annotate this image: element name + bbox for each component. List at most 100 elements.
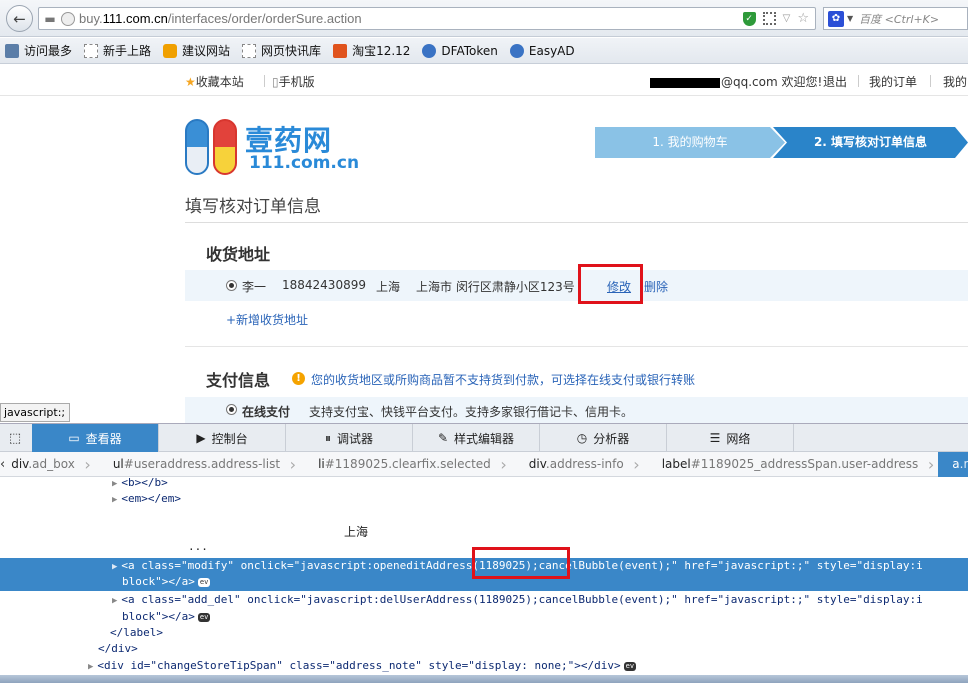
tab-debugger[interactable]: ⏸ 调试器 — [286, 424, 413, 452]
crumb-tag: a — [952, 456, 960, 471]
markup-text: block"></a> — [122, 575, 195, 588]
qr-code-icon[interactable] — [762, 12, 776, 25]
browser-navbar: ← ▬ buy.111.com.cn/interfaces/order/orde… — [0, 0, 968, 37]
crumb-rest: #1189025_addressSpan.user-address — [690, 456, 919, 471]
breadcrumb-item[interactable]: div.ad_box — [5, 452, 90, 477]
markup-text: <div id="changeStoreTipSpan" class="addr… — [97, 659, 621, 672]
markup-line[interactable]: </label> — [110, 625, 163, 641]
tab-style-editor[interactable]: ✎ 样式编辑器 — [413, 424, 540, 452]
mobile-link[interactable]: ▯手机版 — [272, 73, 315, 90]
online-pay-desc: 支持支付宝、快钱平台支付。支持多家银行借记卡、信用卡。 — [309, 405, 634, 419]
search-box[interactable]: ✿ ▼ 百度 <Ctrl+K> — [823, 7, 968, 30]
tab-label: 分析器 — [593, 431, 630, 446]
inspector-icon: ▭ — [68, 431, 80, 445]
divider — [185, 222, 968, 223]
expand-icon[interactable]: ▶ — [112, 479, 117, 489]
breadcrumb-item[interactable]: div.address-info — [523, 452, 640, 477]
bookmark-easyad[interactable]: EasyAD — [509, 43, 575, 58]
tab-label: 控制台 — [211, 431, 248, 446]
user-welcome: @qq.com 欢迎您! — [650, 73, 822, 90]
my-account-link[interactable]: 我的 — [943, 73, 967, 90]
payment-radio[interactable] — [226, 404, 237, 415]
markup-text: block"></a> — [122, 610, 195, 623]
crumb-rest: .address-info — [545, 456, 624, 471]
markup-text: </label> — [110, 626, 163, 639]
step-confirm: 2. 填写核对订单信息 — [773, 127, 968, 158]
text-node-ellipsis[interactable]: ... — [188, 539, 208, 555]
event-badge[interactable]: ev — [623, 661, 637, 671]
breadcrumb-item-selected[interactable]: a.mod — [938, 451, 968, 477]
baidu-icon: ✿ — [828, 10, 844, 27]
site-logo[interactable]: 壹药网 111.com.cn — [185, 117, 365, 177]
markup-line[interactable]: ▶ <a class="add_del" onclick="javascript:… — [112, 592, 923, 608]
markup-text: <em></em> — [121, 492, 182, 505]
bookmark-label: 建议网站 — [182, 44, 231, 58]
address-name: 李一 — [242, 280, 267, 294]
search-placeholder: 百度 <Ctrl+K> — [859, 12, 940, 26]
tab-label: 网络 — [726, 431, 751, 446]
tab-label: 查看器 — [85, 431, 122, 446]
logout-link[interactable]: 退出 — [823, 73, 847, 90]
dropdown-icon[interactable]: ▽ — [783, 13, 791, 24]
tab-profiler[interactable]: ◷ 分析器 — [540, 424, 667, 452]
markup-line[interactable]: </div> — [98, 641, 138, 657]
markup-line[interactable]: ▶ <em></em> — [112, 491, 181, 507]
redacted-username — [650, 77, 720, 88]
address-item[interactable]: 李一 18842430899 上海 上海市 闵行区肃静小区123号 修改 删除 — [185, 270, 968, 301]
welcome-text: @qq.com 欢迎您! — [721, 75, 823, 89]
bookmark-label: 新手上路 — [103, 44, 152, 58]
expand-icon[interactable]: ▶ — [112, 596, 117, 606]
step-cart: 1. 我的购物车 — [595, 127, 785, 158]
breadcrumb-item[interactable]: li#1189025.clearfix.selected — [312, 452, 506, 477]
tab-console[interactable]: ▶ 控制台 — [159, 424, 286, 452]
back-button[interactable]: ← — [6, 5, 33, 32]
expand-icon[interactable]: ▶ — [88, 662, 93, 672]
breadcrumb-item[interactable]: label#1189025_addressSpan.user-address — [656, 452, 934, 477]
favorite-link[interactable]: ★收藏本站 — [185, 73, 244, 90]
bookmark-taobao[interactable]: 淘宝12.12 — [333, 42, 410, 59]
event-badge[interactable]: ev — [197, 577, 211, 587]
status-tooltip: javascript:; — [0, 403, 70, 422]
star-icon[interactable]: ☆ — [797, 11, 809, 26]
breadcrumb-item[interactable]: ul#useraddress.address-list — [107, 452, 297, 477]
my-orders-link[interactable]: 我的订单 — [869, 73, 917, 90]
text-node[interactable]: 上海 — [344, 524, 368, 540]
bookmark-dfatoken[interactable]: DFAToken — [422, 43, 498, 58]
element-picker-icon[interactable]: ⬚ — [0, 424, 30, 452]
expand-icon[interactable]: ▶ — [112, 495, 117, 505]
phone-icon: ▯ — [272, 75, 279, 89]
crumb-tag: label — [661, 456, 691, 471]
chevron-down-icon[interactable]: ▼ — [847, 14, 853, 23]
address-phone: 18842430899 — [282, 278, 366, 292]
address-detail: 上海市 闵行区肃静小区123号 — [416, 280, 575, 294]
url-domain: 111.com.cn — [102, 11, 168, 26]
circle-icon — [509, 43, 524, 58]
bookmark-suggested[interactable]: 建议网站 — [163, 42, 230, 59]
shield-icon[interactable]: ✓ — [742, 11, 756, 26]
bookmark-web-slices[interactable]: 网页快讯库 — [242, 42, 321, 59]
payment-option-online[interactable]: 在线支付 支持支付宝、快钱平台支付。支持多家银行借记卡、信用卡。 — [185, 397, 968, 423]
event-badge[interactable]: ev — [197, 612, 211, 622]
markup-line[interactable]: ▶ <b></b> — [112, 475, 168, 491]
tab-network[interactable]: ☰ 网络 — [667, 424, 794, 452]
circle-icon — [422, 43, 437, 58]
bookmark-most-visited[interactable]: 访问最多 — [5, 42, 72, 59]
markup-line[interactable]: ▶ <div id="changeStoreTipSpan" class="add… — [88, 658, 637, 674]
address-radio[interactable] — [226, 280, 237, 291]
payment-section-title: 支付信息 — [206, 371, 271, 390]
bookmark-icon — [5, 43, 19, 58]
address-bar[interactable]: ▬ buy.111.com.cn/interfaces/order/orderS… — [38, 7, 816, 30]
divider — [264, 75, 265, 87]
bookmark-getting-started[interactable]: 新手上路 — [84, 42, 151, 59]
url-prefix: buy. — [79, 11, 103, 26]
expand-icon[interactable]: ▶ — [112, 562, 117, 572]
tab-label: 调试器 — [337, 431, 374, 446]
style-editor-icon: ✎ — [437, 431, 449, 445]
add-address-link[interactable]: +新增收货地址 — [226, 311, 308, 328]
address-section-title: 收货地址 — [206, 245, 271, 264]
warning-icon: ! — [292, 372, 305, 385]
url-path: /interfaces/order/orderSure.action — [167, 11, 362, 26]
delete-address-link[interactable]: 删除 — [644, 278, 668, 295]
tab-inspector[interactable]: ▭ 查看器 — [32, 424, 159, 452]
markup-line[interactable]: block"></a> ev — [122, 609, 211, 625]
